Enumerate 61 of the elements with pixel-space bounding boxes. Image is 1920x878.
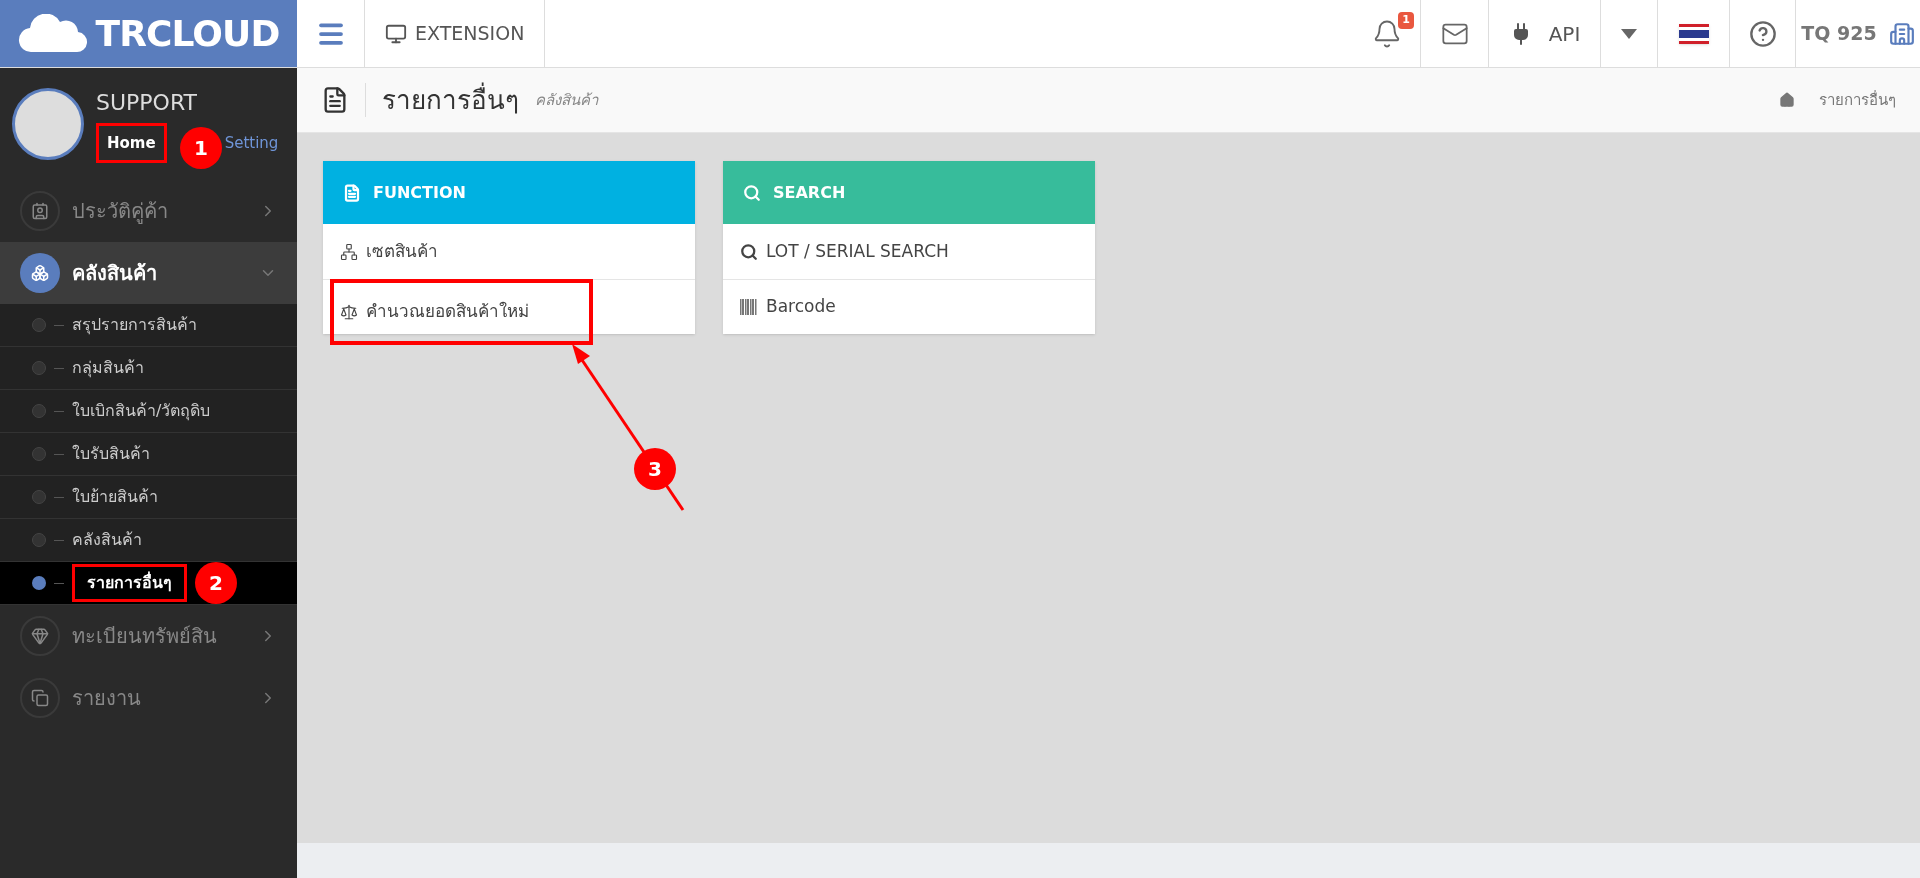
barcode-icon bbox=[740, 299, 758, 315]
sidebar-label: ประวัติคู่ค้า bbox=[72, 198, 169, 226]
breadcrumb[interactable]: รายการอื่นๆ bbox=[1819, 88, 1896, 112]
company-button[interactable]: TQ 925 bbox=[1796, 0, 1920, 67]
submenu-item[interactable]: ใบย้ายสินค้า bbox=[0, 476, 297, 519]
submenu-label: กลุ่มสินค้า bbox=[72, 357, 144, 380]
card-title: SEARCH bbox=[773, 181, 846, 204]
submenu-label: รายการอื่นๆ bbox=[87, 573, 172, 592]
card-title: FUNCTION bbox=[373, 181, 466, 204]
sidebar-label: รายงาน bbox=[72, 685, 142, 712]
sidebar-item[interactable]: คลังสินค้า bbox=[0, 242, 297, 304]
extension-button[interactable]: EXTENSION bbox=[365, 0, 546, 67]
sidebar-item[interactable]: ประวัติคู่ค้า bbox=[0, 180, 297, 242]
annotation-number: 1 bbox=[180, 126, 222, 169]
page-subtitle: คลังสินค้า bbox=[535, 89, 598, 111]
logo[interactable]: TRCLOUD bbox=[0, 0, 297, 67]
notification-button[interactable]: 1 bbox=[1353, 0, 1421, 67]
annotation-number: 2 bbox=[195, 562, 237, 604]
cloud-icon bbox=[17, 13, 88, 54]
profile-link[interactable]: Setting bbox=[224, 133, 279, 152]
submenu-item[interactable]: ใบรับสินค้า bbox=[0, 433, 297, 476]
user-name: SUPPORT bbox=[96, 88, 199, 117]
annotation-number: 3 bbox=[634, 448, 676, 490]
monitor-icon bbox=[385, 22, 407, 45]
function-link[interactable]: LOT / SERIAL SEARCH bbox=[740, 238, 949, 265]
function-link[interactable]: เซตสินค้า bbox=[340, 238, 438, 265]
submenu-label: ใบย้ายสินค้า bbox=[72, 486, 158, 508]
submenu-item[interactable]: คลังสินค้า bbox=[0, 519, 297, 562]
document-icon bbox=[343, 183, 361, 202]
logo-text: TRCLOUD bbox=[95, 11, 280, 56]
search-icon bbox=[740, 242, 758, 261]
sidebar-item[interactable]: ทะเบียนทรัพย์สิน bbox=[0, 605, 297, 667]
scale-icon bbox=[340, 303, 358, 321]
sidebar-label: ทะเบียนทรัพย์สิน bbox=[72, 623, 218, 650]
menu-item-icon bbox=[20, 191, 60, 231]
submenu-label: ใบรับสินค้า bbox=[72, 443, 150, 465]
submenu-label: คลังสินค้า bbox=[72, 529, 142, 551]
submenu-item[interactable]: ใบเบิกสินค้า/วัตถุดิบ bbox=[0, 390, 297, 433]
menu-item-icon bbox=[20, 253, 60, 293]
sidebar-item[interactable]: รายงาน bbox=[0, 667, 297, 729]
profile-link[interactable]: Home bbox=[107, 133, 156, 152]
submenu-label: สรุปรายการสินค้า bbox=[72, 314, 197, 337]
page-title: รายการอื่นๆ bbox=[382, 81, 519, 117]
building-icon bbox=[1888, 20, 1915, 47]
sidebar-label: คลังสินค้า bbox=[72, 260, 158, 287]
submenu-item[interactable]: สรุปรายการสินค้า bbox=[0, 304, 297, 347]
submenu-item[interactable]: กลุ่มสินค้า bbox=[0, 347, 297, 390]
notification-count: 1 bbox=[1398, 12, 1414, 29]
sitemap-icon bbox=[340, 242, 358, 261]
menu-item-icon bbox=[20, 616, 60, 656]
menu-item-icon bbox=[20, 678, 60, 718]
search-icon bbox=[743, 183, 761, 202]
submenu-label: ใบเบิกสินค้า/วัตถุดิบ bbox=[72, 400, 211, 423]
submenu-item[interactable]: รายการอื่นๆ 2 bbox=[0, 562, 297, 605]
help-icon bbox=[1748, 19, 1777, 48]
flag-icon bbox=[1678, 23, 1709, 44]
function-link[interactable]: คำนวณยอดสินค้าใหม่ bbox=[340, 299, 529, 325]
api-button[interactable]: API bbox=[1489, 0, 1601, 67]
function-link[interactable]: Barcode bbox=[740, 294, 836, 320]
caret-icon bbox=[1621, 28, 1637, 39]
home-icon bbox=[1779, 92, 1795, 108]
